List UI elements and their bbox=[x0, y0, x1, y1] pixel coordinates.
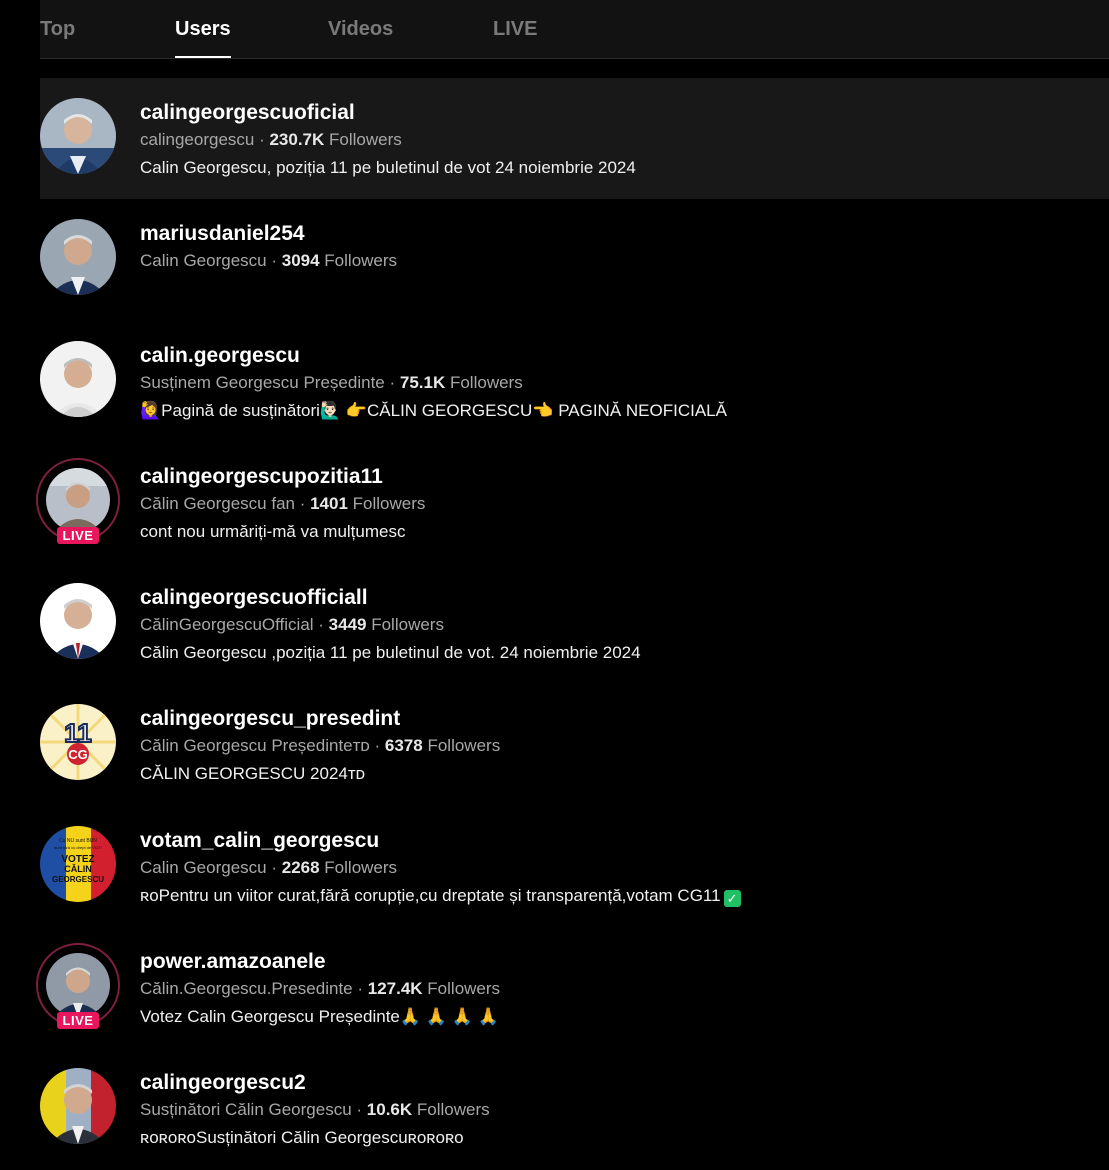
avatar[interactable]: 11 CG bbox=[40, 704, 116, 781]
nickname: Susținem Georgescu Președinte bbox=[140, 372, 385, 392]
username: votam_calin_georgescu bbox=[140, 828, 380, 852]
svg-text:GEORGESCU: GEORGESCU bbox=[52, 875, 104, 884]
avatar-container bbox=[40, 340, 116, 417]
user-result-item[interactable]: Cu NU sunt BUN sunt fără cu drept de VOT!… bbox=[40, 806, 1109, 927]
username: calingeorgescupozitia11 bbox=[140, 464, 383, 488]
user-bio: ʀᴏPentru un viitor curat,fără corupție,c… bbox=[140, 885, 1109, 907]
svg-text:Cu NU sunt BUN: Cu NU sunt BUN bbox=[59, 838, 97, 844]
username: calin.georgescu bbox=[140, 343, 300, 367]
svg-text:CĂLIN: CĂLIN bbox=[64, 864, 92, 874]
user-meta: Calin Georgescu · 3094 Followers bbox=[140, 251, 398, 271]
username: power.amazoanele bbox=[140, 950, 326, 974]
follower-count: 10.6K bbox=[366, 1100, 413, 1120]
user-meta: Călin Georgescu fan · 1401 Followers bbox=[140, 493, 426, 513]
user-meta: Călin Georgescu Președinteᴛᴅ · 6378 Foll… bbox=[140, 736, 501, 756]
nickname: Calin Georgescu bbox=[140, 251, 267, 271]
svg-text:sunt fără cu drept de VOT!: sunt fără cu drept de VOT! bbox=[54, 845, 101, 850]
nickname: Călin Georgescu Președinteᴛᴅ bbox=[140, 736, 370, 756]
user-bio: 🙋‍♀️Pagină de susținători🙋🏻‍♂️ 👉CĂLIN GE… bbox=[140, 400, 727, 420]
avatar[interactable] bbox=[40, 98, 116, 174]
tab-live[interactable]: LIVE bbox=[493, 18, 537, 58]
follower-count: 6378 bbox=[384, 736, 423, 756]
avatar-container bbox=[40, 583, 116, 660]
live-badge: LIVE bbox=[57, 526, 99, 544]
followers-label: Followers bbox=[427, 979, 501, 999]
avatar-container bbox=[40, 98, 116, 174]
user-meta: Călin.Georgescu.Presedinte · 127.4K Foll… bbox=[140, 979, 501, 999]
follower-count: 2268 bbox=[281, 857, 320, 877]
user-bio: Călin Georgescu ,poziția 11 pe buletinul… bbox=[140, 643, 641, 663]
followers-label: Followers bbox=[329, 130, 402, 149]
avatar[interactable] bbox=[40, 1068, 116, 1145]
followers-label: Followers bbox=[324, 251, 398, 271]
user-result-item[interactable]: LIVE power.amazoanele Călin.Georgescu.Pr… bbox=[36, 927, 1109, 1048]
tab-videos[interactable]: Videos bbox=[328, 18, 393, 58]
username: calingeorgescu_presedint bbox=[140, 707, 401, 731]
user-meta: Susținem Georgescu Președinte · 75.1K Fo… bbox=[140, 372, 523, 392]
search-tabs: Top Users Videos LIVE bbox=[40, 0, 1109, 59]
user-result-item[interactable]: 11 CG calingeorgescu_presedint Călin Geor… bbox=[40, 684, 1109, 805]
username: calingeorgescu2 bbox=[140, 1071, 306, 1095]
avatar[interactable] bbox=[40, 340, 116, 417]
user-meta: Susținători Călin Georgescu · 10.6K Foll… bbox=[140, 1100, 490, 1120]
nickname: calingeorgescu bbox=[140, 130, 255, 149]
follower-count: 3449 bbox=[328, 615, 367, 635]
follower-count: 3094 bbox=[281, 251, 320, 271]
user-bio: cont nou urmăriți-mă va mulțumesc bbox=[140, 521, 406, 541]
nickname: Călin Georgescu fan bbox=[140, 493, 295, 513]
user-bio: Votez Calin Georgescu Președinte🙏 🙏 🙏 🙏 bbox=[140, 1007, 499, 1027]
live-badge: LIVE bbox=[57, 1012, 99, 1030]
followers-label: Followers bbox=[371, 615, 444, 635]
user-result-item[interactable]: calingeorgescuoficial calingeorgescu · 2… bbox=[40, 78, 1109, 200]
followers-label: Followers bbox=[352, 493, 426, 513]
username: calingeorgescuoficial bbox=[140, 101, 355, 124]
user-results-list: calingeorgescuoficial calingeorgescu · 2… bbox=[36, 78, 1109, 1170]
check-mark-icon: ✓ bbox=[723, 889, 741, 907]
nickname: CălinGeorgescuOfficial bbox=[140, 615, 314, 635]
follower-count: 230.7K bbox=[269, 130, 325, 149]
user-result-item[interactable]: calin.georgescu Susținem Georgescu Preșe… bbox=[40, 321, 1109, 442]
avatar-container: LIVE bbox=[36, 943, 120, 1030]
user-result-item[interactable]: LIVE calingeorgescupozitia11 Călin Georg… bbox=[36, 442, 1109, 563]
user-bio-text: ʀᴏPentru un viitor curat,fără corupție,c… bbox=[140, 885, 721, 905]
user-result-item[interactable]: mariusdaniel254 Calin Georgescu · 3094 F… bbox=[40, 199, 1109, 320]
user-bio: ʀᴏʀᴏʀᴏSusținători Călin Georgescuʀᴏʀᴏʀᴏ bbox=[140, 1128, 464, 1148]
user-meta: CălinGeorgescuOfficial · 3449 Followers bbox=[140, 615, 444, 635]
user-result-item[interactable]: calingeorgescu2 Susținători Călin George… bbox=[40, 1048, 1109, 1169]
follower-count: 127.4K bbox=[367, 979, 423, 999]
followers-label: Followers bbox=[416, 1100, 490, 1120]
user-result-item[interactable]: calingeorgescuofficiall CălinGeorgescuOf… bbox=[40, 563, 1109, 684]
avatar[interactable] bbox=[46, 953, 110, 1018]
tab-users[interactable]: Users bbox=[175, 18, 231, 58]
followers-label: Followers bbox=[449, 372, 523, 392]
avatar[interactable] bbox=[40, 219, 116, 296]
avatar-container bbox=[40, 219, 116, 296]
username: calingeorgescuofficiall bbox=[140, 586, 368, 610]
username: mariusdaniel254 bbox=[140, 222, 305, 246]
followers-label: Followers bbox=[324, 857, 398, 877]
nickname: Calin Georgescu bbox=[140, 857, 267, 877]
user-bio: Calin Georgescu, poziția 11 pe buletinul… bbox=[140, 158, 636, 177]
tab-top[interactable]: Top bbox=[40, 18, 75, 58]
avatar-container: Cu NU sunt BUN sunt fără cu drept de VOT!… bbox=[40, 825, 116, 902]
avatar[interactable]: Cu NU sunt BUN sunt fără cu drept de VOT!… bbox=[40, 825, 116, 902]
user-bio: CĂLIN GEORGESCU 2024ᴛᴅ bbox=[140, 764, 366, 784]
avatar-container bbox=[40, 1068, 116, 1145]
avatar-container: 11 CG bbox=[40, 704, 116, 781]
avatar-container: LIVE bbox=[36, 457, 120, 544]
avatar[interactable] bbox=[46, 467, 110, 532]
avatar[interactable] bbox=[40, 583, 116, 660]
nickname: Călin.Georgescu.Presedinte bbox=[140, 979, 353, 999]
follower-count: 1401 bbox=[310, 493, 348, 513]
user-meta: Calin Georgescu · 2268 Followers bbox=[140, 857, 398, 877]
follower-count: 75.1K bbox=[399, 372, 446, 392]
svg-text:CG: CG bbox=[68, 747, 88, 762]
nickname: Susținători Călin Georgescu bbox=[140, 1100, 352, 1120]
followers-label: Followers bbox=[427, 736, 501, 756]
user-meta: calingeorgescu · 230.7K Followers bbox=[140, 130, 402, 149]
